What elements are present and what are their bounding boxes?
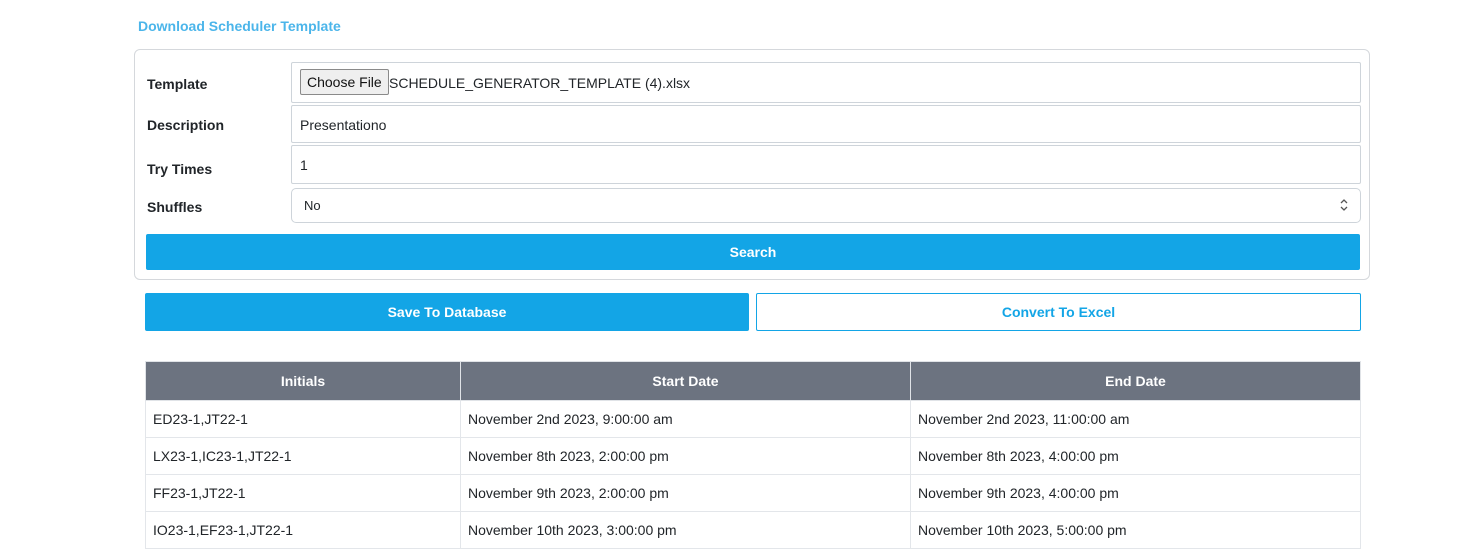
shuffles-row: Shuffles No (146, 188, 1361, 223)
cell-start-date: November 10th 2023, 3:00:00 pm (460, 511, 911, 549)
search-button[interactable]: Search (146, 234, 1360, 270)
header-initials: Initials (145, 361, 461, 401)
cell-initials: LX23-1,IC23-1,JT22-1 (145, 437, 461, 475)
cell-end-date: November 2nd 2023, 11:00:00 am (910, 400, 1361, 438)
header-start-date: Start Date (460, 361, 911, 401)
try-times-value: 1 (300, 157, 308, 173)
cell-end-date: November 9th 2023, 4:00:00 pm (910, 474, 1361, 512)
template-row: Template Choose File SCHEDULE_GENERATOR_… (146, 62, 1361, 103)
table-row: FF23-1,JT22-1 November 9th 2023, 2:00:00… (145, 474, 1361, 512)
shuffles-label: Shuffles (147, 199, 203, 215)
shuffles-selected-value: No (304, 198, 321, 213)
schedule-form-card: Template Choose File SCHEDULE_GENERATOR_… (134, 49, 1370, 280)
cell-initials: IO23-1,EF23-1,JT22-1 (145, 511, 461, 549)
template-label: Template (147, 76, 208, 92)
cell-initials: ED23-1,JT22-1 (145, 400, 461, 438)
download-template-link[interactable]: Download Scheduler Template (138, 18, 341, 34)
chevron-up-down-icon (1340, 199, 1348, 211)
try-times-label: Try Times (147, 161, 213, 177)
save-to-database-button[interactable]: Save To Database (145, 293, 749, 331)
shuffles-select[interactable]: No (291, 188, 1361, 223)
table-row: ED23-1,JT22-1 November 2nd 2023, 9:00:00… (145, 400, 1361, 438)
try-times-row: Try Times 1 (146, 145, 1361, 184)
table-row: IO23-1,EF23-1,JT22-1 November 10th 2023,… (145, 511, 1361, 549)
choose-file-button[interactable]: Choose File (300, 69, 389, 95)
description-input[interactable]: Presentationo (291, 105, 1361, 143)
selected-file-name: SCHEDULE_GENERATOR_TEMPLATE (4).xlsx (389, 75, 691, 91)
schedule-table: Initials Start Date End Date ED23-1,JT22… (145, 361, 1361, 549)
try-times-input[interactable]: 1 (291, 145, 1361, 184)
cell-start-date: November 8th 2023, 2:00:00 pm (460, 437, 911, 475)
cell-end-date: November 8th 2023, 4:00:00 pm (910, 437, 1361, 475)
cell-start-date: November 9th 2023, 2:00:00 pm (460, 474, 911, 512)
template-file-input[interactable]: Choose File SCHEDULE_GENERATOR_TEMPLATE … (291, 62, 1361, 103)
description-label: Description (147, 117, 225, 133)
header-end-date: End Date (910, 361, 1361, 401)
description-value: Presentationo (300, 117, 387, 133)
table-row: LX23-1,IC23-1,JT22-1 November 8th 2023, … (145, 437, 1361, 475)
convert-to-excel-button[interactable]: Convert To Excel (756, 293, 1361, 331)
description-row: Description Presentationo (146, 105, 1361, 143)
table-header-row: Initials Start Date End Date (145, 361, 1361, 401)
cell-end-date: November 10th 2023, 5:00:00 pm (910, 511, 1361, 549)
cell-initials: FF23-1,JT22-1 (145, 474, 461, 512)
cell-start-date: November 2nd 2023, 9:00:00 am (460, 400, 911, 438)
